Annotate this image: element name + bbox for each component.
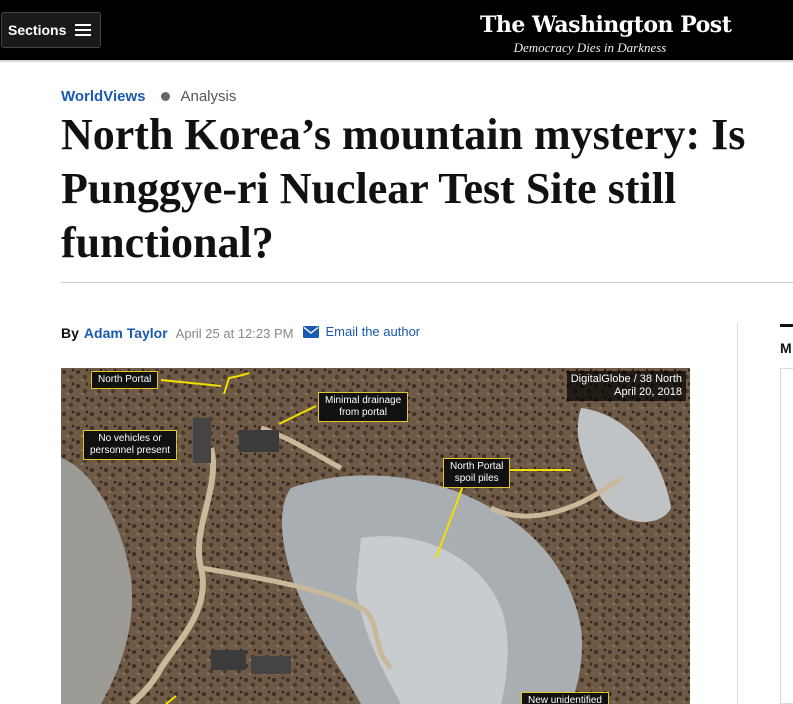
article-byline: By Adam Taylor April 25 at 12:23 PM Emai…	[61, 324, 420, 341]
right-rail-box	[780, 368, 793, 704]
callout-minimal-drainage: Minimal drainage from portal	[318, 392, 409, 422]
masthead-logo-link[interactable]: The Washington Post Democracy Dies in Da…	[480, 12, 732, 56]
headline-divider	[61, 282, 793, 283]
sections-label: Sections	[8, 22, 67, 38]
masthead-tagline: Democracy Dies in Darkness	[513, 40, 667, 55]
satellite-photo[interactable]: DigitalGlobe / 38 North April 20, 2018 N…	[61, 368, 690, 704]
callout-new-unidentified: New unidentified	[521, 692, 609, 704]
author-link[interactable]: Adam Taylor	[84, 325, 168, 341]
byline-prefix: By	[61, 324, 79, 341]
kicker-analysis-label: Analysis	[180, 88, 237, 105]
callout-spoil-piles: North Portal spoil piles	[443, 458, 511, 488]
callout-no-vehicles: No vehicles or personnel present	[83, 430, 178, 460]
photo-credit-date: April 20, 2018	[614, 386, 682, 398]
right-rail-bar	[780, 324, 793, 327]
washington-post-logo: The Washington Post	[480, 12, 732, 38]
top-navigation-bar: Sections The Washington Post Democracy D…	[0, 0, 793, 62]
article-kicker: WorldViews Analysis	[61, 88, 236, 105]
callout-north-portal: North Portal	[91, 371, 159, 389]
email-author-label: Email the author	[325, 324, 421, 339]
photo-credit: DigitalGlobe / 38 North April 20, 2018	[566, 371, 686, 401]
right-rail-heading: M	[780, 340, 792, 356]
hamburger-icon	[75, 24, 92, 36]
photo-credit-source: DigitalGlobe / 38 North	[570, 373, 682, 385]
email-author-link[interactable]: Email the author	[303, 324, 420, 339]
kicker-section-link[interactable]: WorldViews	[61, 88, 145, 105]
sections-menu-button[interactable]: Sections	[1, 12, 101, 48]
envelope-icon	[303, 325, 320, 338]
publish-date: April 25 at 12:23 PM	[175, 325, 294, 341]
bullet-dot-icon	[161, 92, 171, 101]
right-rail-divider	[737, 322, 738, 704]
article-headline: North Korea’s mountain mystery: Is Pungg…	[61, 110, 746, 267]
